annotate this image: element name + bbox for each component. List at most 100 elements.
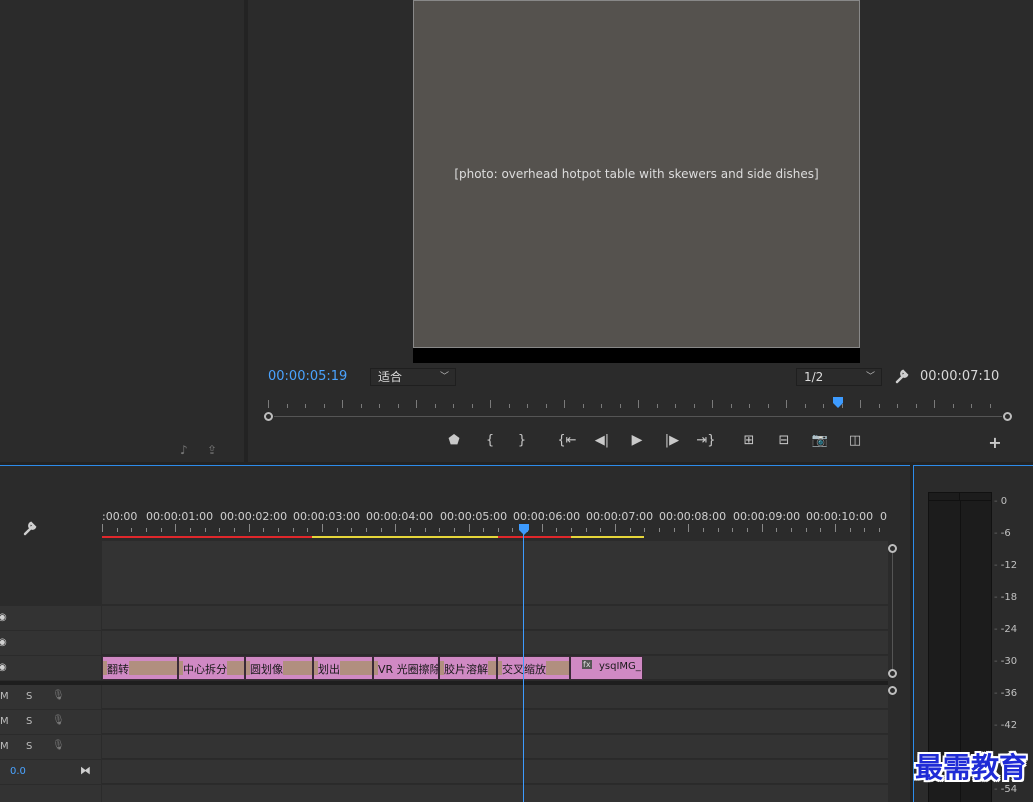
monitor-time-ruler[interactable] <box>268 396 1009 410</box>
camera-icon: 📷 <box>811 432 829 448</box>
meter-scale-label: - -30 <box>994 656 1018 667</box>
current-timecode[interactable]: 00:00:05:19 <box>268 369 347 384</box>
chevron-down-icon: ﹀ <box>865 372 875 382</box>
timeline-playhead[interactable] <box>519 524 529 802</box>
meter-scale-label: - 0 <box>994 496 1008 507</box>
clip-transition[interactable]: VR 光圈擦除 <box>373 656 439 680</box>
zoom-scrollbar[interactable] <box>264 412 1012 421</box>
add-marker-button[interactable]: ⬟ <box>443 430 465 450</box>
export-icon[interactable]: ⇪ <box>207 443 217 457</box>
video-frame: [photo: overhead hotpot table with skewe… <box>413 0 860 363</box>
solo-button[interactable]: S <box>26 741 32 752</box>
microphone-icon[interactable]: 🎙 <box>52 690 65 701</box>
audio-track-a3[interactable] <box>102 735 888 759</box>
export-frame-button[interactable]: 📷 <box>809 430 831 450</box>
mute-button[interactable]: M <box>0 741 9 752</box>
zoom-handle-right[interactable] <box>1003 412 1012 421</box>
clip-transition[interactable]: 胶片溶解 <box>439 656 497 680</box>
ruler-label: 00:00:05:00 <box>440 510 508 523</box>
ruler-label: 00:00:02:00 <box>220 510 288 523</box>
ruler-label: 00:00:07:00 <box>586 510 654 523</box>
step-back-icon: ◀| <box>594 432 610 448</box>
monitor-playhead[interactable] <box>833 397 843 408</box>
clip-transition[interactable]: 翻转 <box>102 656 178 680</box>
timeline-panel: :00:00 00:00:01:00 00:00:02:00 00:00:03:00 0… <box>0 465 910 802</box>
solo-button[interactable]: S <box>26 716 32 727</box>
fit-select[interactable]: 适合 ﹀ <box>370 368 456 386</box>
wrench-icon[interactable] <box>894 367 910 385</box>
clip-transition[interactable]: 交叉缩放 <box>497 656 570 680</box>
vertical-scrollbar[interactable] <box>888 541 898 802</box>
clip-label: 翻转 <box>107 661 129 677</box>
timeline-ruler[interactable]: :00:00 00:00:01:00 00:00:02:00 00:00:03:00 0… <box>102 506 888 540</box>
microphone-icon[interactable]: 🎙 <box>52 715 65 726</box>
play-button[interactable]: ▶ <box>626 430 648 450</box>
scroll-handle-mid[interactable] <box>888 669 897 678</box>
mute-button[interactable]: M <box>0 716 9 727</box>
track-head-filler <box>0 785 101 802</box>
compare-icon: ◫ <box>848 432 862 448</box>
eye-icon[interactable]: ◉ <box>0 637 7 648</box>
fx-badge-icon: fx <box>582 660 592 669</box>
eye-icon[interactable]: ◉ <box>0 612 7 623</box>
clip-label: VR 光圈擦除 <box>378 661 439 677</box>
microphone-icon[interactable]: 🎙 <box>52 740 65 751</box>
step-forward-button[interactable]: |▶ <box>661 430 683 450</box>
track-head-a1: M S 🎙 <box>0 685 101 709</box>
resolution-select[interactable]: 1/2 ﹀ <box>796 368 882 386</box>
ruler-label: 00:00:01:00 <box>146 510 214 523</box>
go-to-in-icon: {⇤ <box>557 432 577 448</box>
music-note-icon[interactable]: ♪ <box>180 443 188 457</box>
mark-out-button[interactable]: } <box>511 430 533 450</box>
lift-button[interactable]: ⊞ <box>738 430 760 450</box>
ruler-label: 00:00:03:00 <box>293 510 361 523</box>
audio-track-a1[interactable] <box>102 685 888 709</box>
ruler-label: 0 <box>880 510 887 523</box>
go-to-in-button[interactable]: {⇤ <box>556 430 578 450</box>
ruler-label: :00:00 <box>102 510 138 523</box>
master-track[interactable] <box>102 760 888 784</box>
mute-button[interactable]: M <box>0 691 9 702</box>
extract-icon: ⊟ <box>778 432 790 448</box>
video-track-v3[interactable] <box>102 606 888 630</box>
scroll-handle-top[interactable] <box>888 544 897 553</box>
mark-in-button[interactable]: { <box>479 430 501 450</box>
go-to-out-button[interactable]: ⇥} <box>695 430 717 450</box>
video-track-v2[interactable] <box>102 631 888 655</box>
meter-scale-label: - -6 <box>994 528 1011 539</box>
fit-select-value: 适合 <box>378 370 403 384</box>
master-volume-value[interactable]: 0.0 <box>10 766 26 777</box>
ruler-label: 00:00:04:00 <box>366 510 434 523</box>
scroll-handle-audio[interactable] <box>888 686 897 695</box>
track-area-filler <box>102 785 888 802</box>
step-back-button[interactable]: ◀| <box>591 430 613 450</box>
marker-icon: ⬟ <box>448 432 460 448</box>
mark-out-icon: } <box>517 432 527 448</box>
meter-scale-label: - -36 <box>994 688 1018 699</box>
eye-icon[interactable]: ◉ <box>0 662 7 673</box>
track-head-master: 0.0 ⧓ <box>0 760 101 784</box>
scroll-track <box>892 553 893 669</box>
timeline-empty-area <box>102 541 888 604</box>
extract-button[interactable]: ⊟ <box>773 430 795 450</box>
ruler-label: 00:00:06:00 <box>513 510 581 523</box>
zoom-handle-left[interactable] <box>264 412 273 421</box>
master-collapse-icon[interactable]: ⧓ <box>80 764 91 777</box>
track-head-v3: ◉ <box>0 606 101 630</box>
solo-button[interactable]: S <box>26 691 32 702</box>
audio-track-a2[interactable] <box>102 710 888 734</box>
plus-icon: + <box>988 432 1002 452</box>
meter-scale-label: - -24 <box>994 624 1018 635</box>
wrench-icon[interactable] <box>22 520 38 536</box>
compare-button[interactable]: ◫ <box>844 430 866 450</box>
watermark: 最需教育 <box>914 751 1027 784</box>
video-track-v1[interactable]: 翻转 中心拆分 圆划像 划出 VR 光圈擦除 胶片溶解 交叉缩放 fx ysqI… <box>102 656 888 680</box>
clip-transition[interactable]: 圆划像 <box>245 656 313 680</box>
meter-scale-label: - -42 <box>994 720 1018 731</box>
clip-transition[interactable]: 划出 <box>313 656 373 680</box>
duration-timecode: 00:00:07:10 <box>920 369 1000 384</box>
clip-transition[interactable]: 中心拆分 <box>178 656 245 680</box>
clip-label: 胶片溶解 <box>444 661 488 677</box>
add-button[interactable]: + <box>984 432 1006 452</box>
clip-image[interactable]: fx ysqIMG_ <box>570 656 643 680</box>
